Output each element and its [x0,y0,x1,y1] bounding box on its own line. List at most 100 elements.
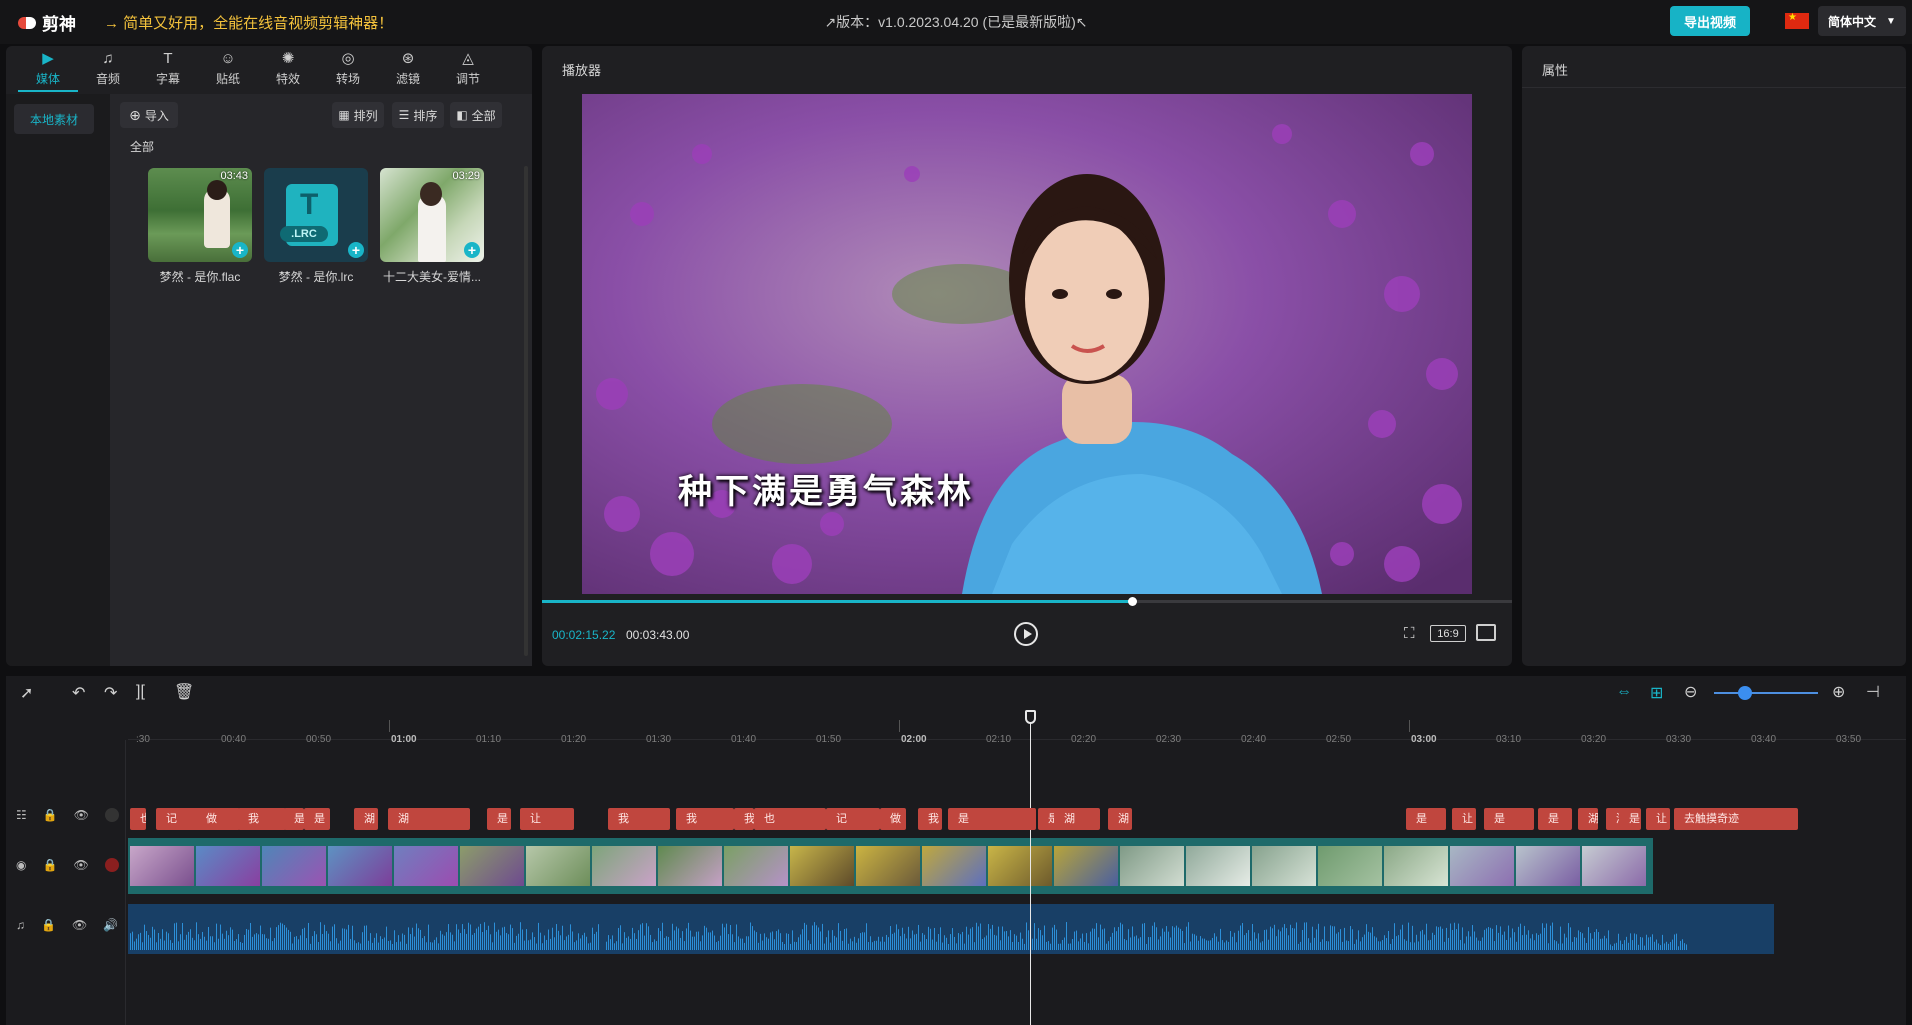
subtitle-clip[interactable]: 湖 [1054,808,1100,830]
add-to-timeline-icon[interactable]: + [348,242,364,258]
subtitle-clip[interactable]: 我 [676,808,734,830]
subtitle-clip[interactable]: 让 [1452,808,1476,830]
tab-media[interactable]: ▶ 媒体 [18,46,78,92]
tab-audio[interactable]: ♫ 音频 [78,46,138,92]
subtitle-clip[interactable]: 做 [880,808,906,830]
split-icon[interactable]: ][ [136,683,145,701]
sort-button[interactable]: ☰ 排序 [392,102,444,128]
subtitle-clip[interactable]: 湖 [1108,808,1132,830]
tab-sticker[interactable]: ☺ 贴纸 [198,46,258,92]
subtitle-clip[interactable]: 是 [1538,808,1572,830]
player-title: 播放器 [562,63,602,78]
lock-icon[interactable]: 🔒 [42,858,57,872]
arrange-button[interactable]: ▦ 排列 [332,102,384,128]
media-scrollbar[interactable] [524,166,528,656]
subtitle-clip[interactable]: 也 [754,808,826,830]
video-thumbnail-frame [658,846,722,886]
subtitle-clip[interactable]: 是 [304,808,330,830]
media-item[interactable]: 03:29 + [380,168,484,262]
video-thumbnail-frame [856,846,920,886]
subtitle-clip[interactable]: 是 [1484,808,1534,830]
select-cursor-icon[interactable]: ➚ [20,683,33,703]
tab-transition[interactable]: ◎ 转场 [318,46,378,92]
subtitle-clip[interactable]: 是 [948,808,1036,830]
fullscreen-icon[interactable] [1476,624,1496,641]
tab-effects[interactable]: ✺ 特效 [258,46,318,92]
progress-handle[interactable] [1127,597,1137,606]
import-label: 导入 [144,108,169,123]
subtitle-clip[interactable]: 让 [1646,808,1670,830]
subtitle-clip[interactable]: 是 [1406,808,1446,830]
video-thumbnail-frame [1384,846,1448,886]
subtitle-clip[interactable]: 我 [608,808,670,830]
subtitle-clip[interactable]: 是 [284,808,304,830]
zoom-slider[interactable] [1714,692,1818,694]
add-to-timeline-icon[interactable]: + [464,242,480,258]
add-to-timeline-icon[interactable]: + [232,242,248,258]
language-select[interactable]: 简体中文 ▼ [1818,6,1906,36]
ruler-tick-label: 02:10 [986,734,1012,745]
mute-dot-icon[interactable] [104,808,119,822]
audio-track-clip[interactable] [128,904,1774,954]
subtitle-clip[interactable]: 我 [918,808,942,830]
snap-icon[interactable]: ⇔ [1616,683,1632,701]
aspect-ratio-button[interactable]: 16:9 [1430,625,1466,642]
tab-adjust[interactable]: ◬ 调节 [438,46,498,92]
fit-timeline-icon[interactable]: ⊣ [1866,682,1880,702]
subtitle-clip[interactable]: 湖 [354,808,378,830]
subtitle-clip[interactable]: 让 [520,808,574,830]
eye-icon[interactable]: 👁 [73,858,88,872]
lock-icon[interactable]: 🔒 [43,808,58,822]
local-material-button[interactable]: 本地素材 [14,104,94,134]
subtitle-clip[interactable]: 去触摸奇迹 [1674,808,1798,830]
subtitle-clip[interactable]: 我 [238,808,286,830]
eye-icon[interactable]: 👁 [74,808,89,822]
tab-filter[interactable]: ⊛ 滤镜 [378,46,438,92]
subtitle-clip[interactable]: 记 [156,808,200,830]
fit-screen-icon[interactable]: ⛶ [1404,625,1415,642]
redo-icon[interactable]: ↷ [104,683,117,703]
zoom-in-icon[interactable]: ⊕ [1832,682,1845,702]
link-icon[interactable]: ⊞ [1650,683,1663,703]
record-dot-icon[interactable] [104,858,119,872]
media-item[interactable]: 03:43 + [148,168,252,262]
subtitle-clip[interactable]: 是 [1619,808,1641,830]
video-thumbnail-frame [130,846,194,886]
sort-label: 排序 [413,108,438,123]
ruler-tick-label: 03:40 [1751,734,1777,745]
eye-icon[interactable]: 👁 [72,918,87,932]
playhead-handle[interactable] [1025,710,1036,724]
export-video-button[interactable]: 导出视频 [1670,6,1750,36]
delete-icon[interactable]: 🗑 [174,682,194,702]
media-item[interactable]: T .LRC + [264,168,368,262]
filter-all-button[interactable]: ◧ 全部 [450,102,502,128]
time-ruler[interactable]: :30 00:40 00:50 01:00 01:10 01:20 01:30 01:40 01… [128,710,1906,745]
subtitle-clip[interactable]: 湖 [388,808,470,830]
ruler-major-line [1409,720,1410,732]
video-track-clip[interactable] [128,838,1653,894]
video-preview[interactable]: 种下满是勇气森林 [582,94,1472,594]
lock-icon[interactable]: 🔒 [41,918,56,932]
tab-subtitle[interactable]: T 字幕 [138,46,198,92]
zoom-handle[interactable] [1738,686,1753,700]
ruler-tick-label: :30 [136,734,150,745]
subtitle-clip[interactable]: 湖 [1578,808,1598,830]
zoom-out-icon[interactable]: ⊖ [1684,682,1697,702]
duration-badge: 03:43 [220,170,248,182]
subtitle-clip[interactable]: 也 [130,808,146,830]
subtitle-clip[interactable]: 做 [196,808,240,830]
volume-icon[interactable]: 🔊 [103,918,118,932]
version-info: ↗版本：v1.0.2023.04.20 (已是最新版啦)↖ [824,14,1088,30]
video-thumbnail-frame [922,846,986,886]
import-button[interactable]: ⊕ 导入 [120,102,178,128]
video-thumbnail-frame [1120,846,1184,886]
subtitle-clip[interactable]: 我 [734,808,754,830]
undo-icon[interactable]: ↶ [72,683,85,703]
subtitle-clip[interactable]: 记 [826,808,880,830]
subtitle-clip[interactable]: 是 [487,808,511,830]
properties-header [1522,46,1906,88]
ruler-tick-label: 00:40 [221,734,247,745]
media-icon: ▶ [42,50,54,67]
play-button[interactable] [1014,622,1038,646]
ruler-tick-label: 01:30 [646,734,672,745]
